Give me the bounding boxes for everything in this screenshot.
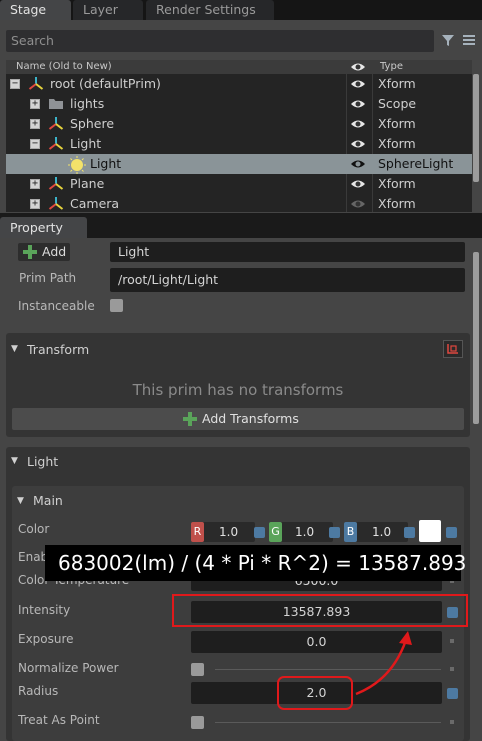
tab-property[interactable]: Property xyxy=(0,217,87,238)
tab-stage[interactable]: Stage xyxy=(0,0,71,20)
expand-icon[interactable]: + xyxy=(30,179,40,189)
expand-icon[interactable]: + xyxy=(30,119,40,129)
tree-row-type: SphereLight xyxy=(378,156,454,171)
exposure-label: Exposure xyxy=(18,632,74,646)
collapse-icon[interactable]: − xyxy=(30,139,40,149)
color-b-field[interactable]: B 1.0 xyxy=(344,522,408,542)
column-type[interactable]: Type xyxy=(380,60,403,74)
search-input[interactable]: Search xyxy=(6,30,434,52)
tree-row-name: lights xyxy=(70,96,105,111)
prim-path-field[interactable]: /root/Light/Light xyxy=(110,268,465,292)
add-transforms-button[interactable]: Add Transforms xyxy=(12,408,464,430)
tree-row-type: Xform xyxy=(378,116,416,131)
color-g-field[interactable]: G 1.0 xyxy=(269,522,333,542)
tree-row-type: Scope xyxy=(378,96,417,111)
stage-scrollbar[interactable] xyxy=(473,74,479,182)
color-keyframe-icon[interactable] xyxy=(446,527,457,538)
expand-icon[interactable]: + xyxy=(30,199,40,209)
transform-options-icon[interactable] xyxy=(443,340,463,358)
tree-row-type: Xform xyxy=(378,136,416,151)
radius-highlight-box xyxy=(277,676,353,710)
tree-row-name: root (defaultPrim) xyxy=(50,76,161,91)
intensity-highlight-box xyxy=(172,594,468,627)
visibility-column-icon xyxy=(351,63,365,71)
transform-title[interactable]: Transform xyxy=(27,342,89,357)
collapse-icon[interactable]: − xyxy=(10,79,20,89)
xform-icon xyxy=(48,196,64,212)
tree-row-name: Camera xyxy=(70,196,120,211)
tree-row[interactable]: + lights Scope xyxy=(6,94,472,114)
color-swatch[interactable] xyxy=(419,520,441,542)
keyframe-dot-icon[interactable] xyxy=(450,639,454,643)
main-title[interactable]: Main xyxy=(33,493,63,508)
instanceable-label: Instanceable xyxy=(18,299,95,313)
collapse-arrow-icon[interactable]: ▼ xyxy=(11,344,18,354)
plus-icon xyxy=(183,412,197,426)
tab-render-settings[interactable]: Render Settings xyxy=(146,0,274,20)
add-button[interactable]: Add xyxy=(18,243,70,261)
normalize-power-checkbox[interactable] xyxy=(191,663,204,676)
stage-tree: − root (defaultPrim) Xform + lights Scope + Sph… xyxy=(6,74,472,212)
radius-keyframe-icon[interactable] xyxy=(447,688,458,699)
property-scrollbar[interactable] xyxy=(473,252,479,424)
tab-layer[interactable]: Layer xyxy=(73,0,143,20)
enable-label: Enab xyxy=(18,550,49,564)
visibility-hidden-icon[interactable] xyxy=(350,197,366,212)
instanceable-checkbox[interactable] xyxy=(110,299,123,312)
folder-icon xyxy=(48,96,64,116)
no-transforms-message: This prim has no transforms xyxy=(132,381,344,399)
menu-lines-icon[interactable] xyxy=(462,33,476,47)
tree-row[interactable]: + Plane Xform xyxy=(6,174,472,194)
radius-label: Radius xyxy=(18,684,59,698)
tree-row-name: Light xyxy=(90,156,122,171)
color-r-keyframe-icon[interactable] xyxy=(254,527,265,538)
treat-as-point-label: Treat As Point xyxy=(18,713,100,727)
property-tabbar: Property xyxy=(0,213,482,238)
tree-row[interactable]: − root (defaultPrim) Xform xyxy=(6,74,472,94)
color-label: Color xyxy=(18,522,50,536)
tree-row-name: Light xyxy=(70,136,102,151)
annotation-arrow-icon xyxy=(355,631,412,696)
light-title[interactable]: Light xyxy=(27,454,58,469)
formula-annotation: 683002(lm) / (4 * Pi * R^2) = 13587.893 xyxy=(45,545,466,581)
prim-path-label: Prim Path xyxy=(19,271,77,285)
column-name[interactable]: Name (Old to New) xyxy=(16,60,112,74)
treat-as-point-checkbox[interactable] xyxy=(191,716,204,729)
color-g-keyframe-icon[interactable] xyxy=(329,527,340,538)
intensity-label: Intensity xyxy=(18,603,71,617)
tree-row-type: Xform xyxy=(378,196,416,211)
name-field[interactable]: Light xyxy=(110,242,465,262)
slider-track xyxy=(215,722,441,723)
collapse-arrow-icon[interactable]: ▼ xyxy=(17,496,24,506)
normalize-power-label: Normalize Power xyxy=(18,661,119,675)
expand-icon[interactable]: + xyxy=(30,99,40,109)
tree-row[interactable]: + Sphere Xform xyxy=(6,114,472,134)
color-b-keyframe-icon[interactable] xyxy=(404,527,415,538)
tree-row[interactable]: − Light Xform xyxy=(6,134,472,154)
color-r-field[interactable]: R 1.0 xyxy=(191,522,255,542)
stage-tree-header: Name (Old to New) Type xyxy=(6,60,472,74)
tree-row-name: Plane xyxy=(70,176,105,191)
panel-tabbar: Stage Layer Render Settings xyxy=(0,0,482,20)
tree-row-name: Sphere xyxy=(70,116,115,131)
tree-row-type: Xform xyxy=(378,76,416,91)
keyframe-dot-icon[interactable] xyxy=(450,720,454,724)
plus-icon xyxy=(23,245,37,259)
tree-row-type: Xform xyxy=(378,176,416,191)
filter-icon[interactable] xyxy=(441,33,455,47)
tree-row[interactable]: Light SphereLight xyxy=(6,154,472,174)
keyframe-dot-icon[interactable] xyxy=(450,667,454,671)
tree-row[interactable]: + Camera Xform xyxy=(6,194,472,212)
collapse-arrow-icon[interactable]: ▼ xyxy=(11,456,18,466)
